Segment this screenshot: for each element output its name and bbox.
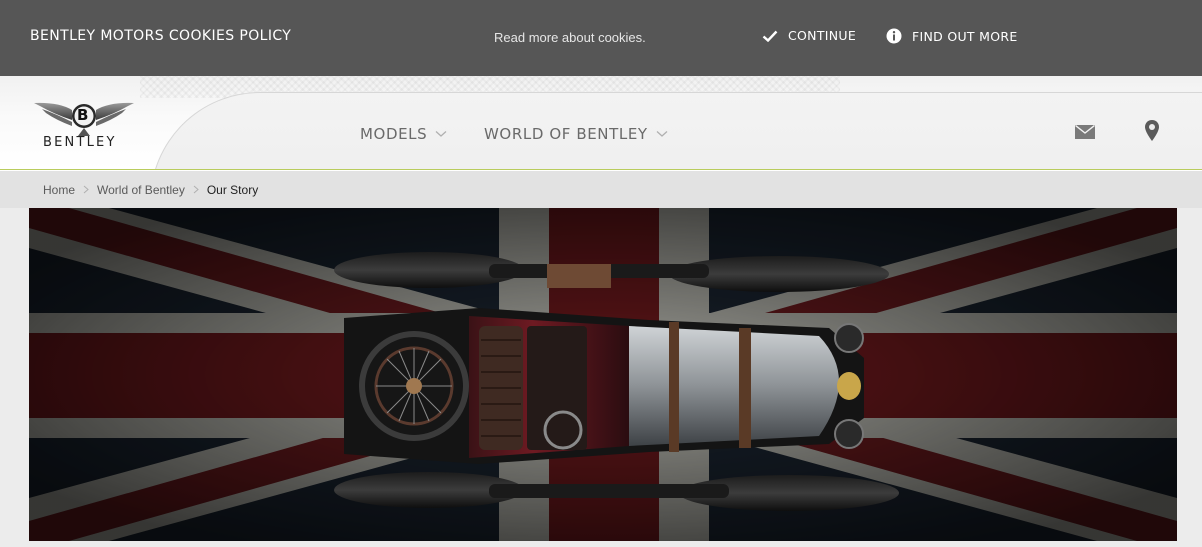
info-icon: [886, 28, 902, 44]
nav-world-of-bentley[interactable]: WORLD OF BENTLEY: [484, 125, 668, 143]
read-more-cookies-link[interactable]: Read more about cookies.: [494, 30, 646, 45]
find-out-more-button[interactable]: FIND OUT MORE: [886, 28, 1018, 44]
nav-models[interactable]: MODELS: [360, 125, 447, 143]
breadcrumb: Home World of Bentley Our Story: [0, 171, 1202, 208]
breadcrumb-our-story: Our Story: [206, 182, 259, 197]
nav-models-label: MODELS: [360, 125, 428, 143]
checkmark-icon: [762, 30, 778, 42]
breadcrumb-home[interactable]: Home: [43, 183, 75, 197]
breadcrumb-world-of-bentley[interactable]: World of Bentley: [97, 183, 185, 197]
cookie-banner: BENTLEY MOTORS COOKIES POLICY Read more …: [0, 0, 1202, 76]
continue-button[interactable]: CONTINUE: [762, 28, 856, 43]
chevron-right-icon: [83, 185, 89, 194]
site-header: [0, 76, 1202, 170]
hero-image: [29, 208, 1177, 541]
location-pin-icon[interactable]: [1145, 120, 1159, 142]
mail-icon[interactable]: [1075, 125, 1095, 139]
chevron-right-icon: [193, 185, 199, 194]
chevron-down-icon: [435, 130, 447, 138]
chevron-down-icon: [656, 130, 668, 138]
cookie-policy-title: BENTLEY MOTORS COOKIES POLICY: [30, 28, 292, 44]
union-jack-car-illustration: [29, 208, 1177, 541]
logo-wordmark: BENTLEY: [43, 135, 117, 150]
find-out-more-label: FIND OUT MORE: [912, 28, 1018, 44]
continue-label: CONTINUE: [788, 28, 857, 43]
header-curve: [150, 92, 1202, 169]
logo-emblem-letter: B: [77, 106, 89, 124]
nav-world-label: WORLD OF BENTLEY: [484, 125, 648, 143]
